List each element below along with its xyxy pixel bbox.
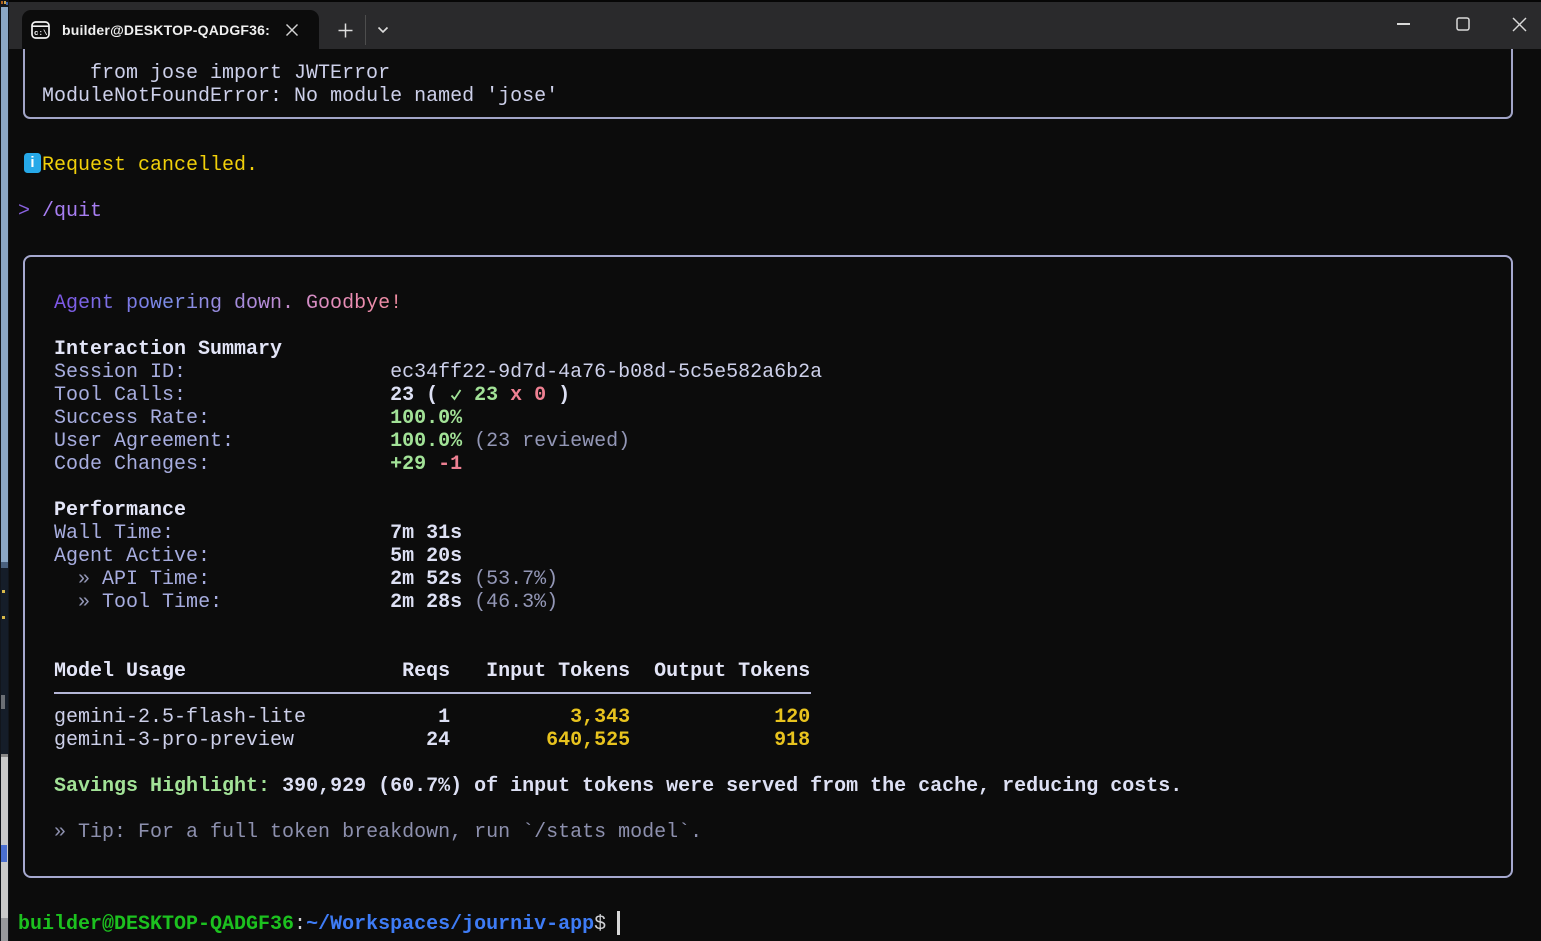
svg-text:c:\: c:\ bbox=[34, 30, 48, 38]
